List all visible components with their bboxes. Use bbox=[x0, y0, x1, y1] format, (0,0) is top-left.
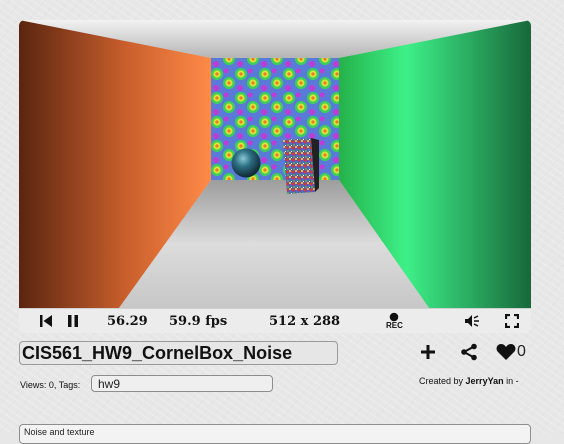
share-icon bbox=[461, 343, 477, 361]
pause-icon bbox=[68, 315, 78, 327]
sphere bbox=[231, 148, 261, 178]
pause-button[interactable] bbox=[67, 309, 79, 333]
player-controls-bar: 56.29 59.9 fps 512 x 288 REC bbox=[19, 308, 531, 333]
description-field[interactable]: Noise and texture bbox=[19, 424, 531, 444]
rewind-button[interactable] bbox=[39, 309, 53, 333]
fullscreen-button[interactable] bbox=[505, 309, 519, 333]
tags-field[interactable]: hw9 bbox=[91, 375, 273, 392]
heart-icon bbox=[496, 344, 516, 360]
fullscreen-icon bbox=[505, 314, 519, 328]
plus-icon bbox=[421, 345, 435, 359]
shader-title-field[interactable]: CIS561_HW9_CornelBox_Noise bbox=[19, 341, 338, 365]
noise-back-wall bbox=[211, 58, 339, 180]
cornell-box-render bbox=[19, 20, 531, 308]
shader-render-canvas[interactable] bbox=[19, 20, 531, 308]
author-line: Created by JerryYan in - bbox=[419, 376, 519, 386]
fps-readout: 59.9 fps bbox=[169, 313, 228, 329]
views-label: Views: 0, Tags: bbox=[20, 380, 81, 390]
share-button[interactable] bbox=[448, 340, 486, 364]
author-link[interactable]: JerryYan bbox=[466, 376, 504, 386]
resolution-readout: 512 x 288 bbox=[269, 313, 341, 329]
volume-icon bbox=[465, 315, 479, 327]
volume-button[interactable] bbox=[464, 309, 482, 333]
rec-label: REC bbox=[386, 321, 403, 330]
textured-box bbox=[283, 138, 315, 194]
shader-actions: 0 bbox=[420, 340, 526, 364]
record-button[interactable]: REC bbox=[386, 309, 403, 333]
time-readout: 56.29 bbox=[107, 313, 148, 329]
like-button[interactable]: 0 bbox=[486, 340, 526, 364]
skip-back-icon bbox=[40, 315, 52, 327]
like-count: 0 bbox=[517, 343, 526, 360]
add-button[interactable] bbox=[420, 340, 448, 364]
